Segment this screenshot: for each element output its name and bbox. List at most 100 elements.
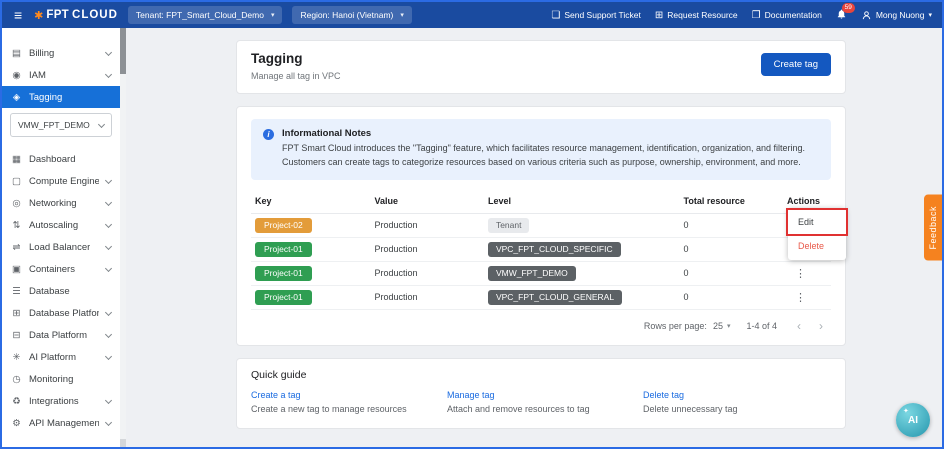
documentation-link[interactable]: ❐ Documentation: [752, 10, 822, 21]
sidebar-item-containers[interactable]: ▣ Containers: [2, 258, 120, 280]
sidebar-item-database-platform[interactable]: ⊞ Database Platform: [2, 302, 120, 324]
send-support-ticket-link[interactable]: ❏ Send Support Ticket: [551, 10, 641, 21]
kebab-menu-icon[interactable]: ⋮: [787, 268, 814, 280]
sidebar-item-tagging[interactable]: ◈ Tagging: [2, 86, 120, 108]
sidebar-item-autoscaling[interactable]: ⇅ Autoscaling: [2, 214, 120, 236]
sidebar-item-load-balancer[interactable]: ⇌ Load Balancer: [2, 236, 120, 258]
sidebar-item-billing[interactable]: ▤ Billing: [2, 42, 120, 64]
sidebar-item-label: Database Platform: [29, 308, 99, 319]
vpc-selector[interactable]: VMW_FPT_DEMO: [10, 113, 112, 137]
edit-menu-item[interactable]: Edit: [788, 210, 846, 234]
key-badge: Project-01: [255, 242, 312, 257]
page-header-card: Tagging Manage all tag in VPC Create tag: [236, 40, 846, 94]
region-selector[interactable]: Region: Hanoi (Vietnam) ▾: [292, 6, 411, 24]
table-row: Project-01 Production VPC_FPT_CLOUD_SPEC…: [251, 237, 831, 261]
sidebar-item-monitoring[interactable]: ◷ Monitoring: [2, 368, 120, 390]
user-menu[interactable]: Mong Nuong ▾: [861, 10, 932, 21]
request-resource-link[interactable]: ⊞ Request Resource: [655, 10, 738, 21]
send-support-ticket-label: Send Support Ticket: [564, 10, 641, 20]
chevron-down-icon: [105, 396, 112, 403]
value-cell: Production: [370, 261, 483, 285]
chevron-down-icon: [105, 308, 112, 315]
sidebar-item-label: Load Balancer: [29, 242, 90, 253]
request-resource-label: Request Resource: [667, 10, 737, 20]
sparkle-icon: ✦: [903, 407, 909, 415]
rows-per-page-label: Rows per page:: [644, 321, 707, 331]
load-balancer-icon: ⇌: [11, 242, 22, 253]
chevron-down-icon: ▾: [400, 11, 404, 19]
tags-table: Key Value Level Total resource Actions P…: [251, 188, 831, 310]
value-cell: Production: [370, 213, 483, 237]
sidebar-item-api-management[interactable]: ⚙ API Management: [2, 412, 120, 434]
chevron-down-icon: ▾: [271, 11, 275, 19]
rows-per-page-select[interactable]: 25 ▾: [713, 321, 731, 331]
logo-star-icon: ✱: [34, 9, 43, 22]
sidebar-item-label: IAM: [29, 70, 46, 81]
sidebar-item-label: Dashboard: [29, 154, 75, 165]
ai-platform-icon: ✳: [11, 352, 22, 363]
info-notes-title: Informational Notes: [282, 128, 819, 139]
chevron-down-icon: [105, 48, 112, 55]
ai-assistant-button[interactable]: ✦ AI: [896, 403, 930, 437]
sidebar-item-iam[interactable]: ◉ IAM: [2, 64, 120, 86]
quick-guide-title: Quick guide: [251, 369, 831, 381]
manage-tag-link[interactable]: Manage tag: [447, 390, 635, 400]
tenant-selector[interactable]: Tenant: FPT_Smart_Cloud_Demo ▾: [128, 6, 283, 24]
user-name: Mong Nuong: [876, 10, 925, 20]
dashboard-icon: ▦: [11, 154, 22, 165]
data-platform-icon: ⊟: [11, 330, 22, 341]
chevron-down-icon: ▾: [727, 322, 731, 330]
documentation-label: Documentation: [765, 10, 822, 20]
chevron-down-icon: ▾: [928, 11, 932, 19]
chevron-down-icon: [105, 242, 112, 249]
notifications-button[interactable]: 59: [836, 8, 847, 22]
sidebar-item-label: Networking: [29, 198, 77, 209]
billing-icon: ▤: [11, 48, 22, 59]
api-management-icon: ⚙: [11, 418, 22, 429]
level-badge: Tenant: [488, 218, 530, 233]
sidebar-item-label: Data Platform: [29, 330, 87, 341]
create-a-tag-link[interactable]: Create a tag: [251, 390, 439, 400]
guide-item-delete-tag: Delete tag Delete unnecessary tag: [643, 390, 831, 414]
database-platform-icon: ⊞: [11, 308, 22, 319]
guide-item-desc: Attach and remove resources to tag: [447, 404, 635, 414]
column-header-total-resource: Total resource: [680, 188, 784, 214]
pagination: Rows per page: 25 ▾ 1-4 of 4 ‹ ›: [251, 310, 831, 341]
ticket-icon: ❏: [551, 10, 560, 21]
sidebar-item-compute-engine[interactable]: ▢ Compute Engine: [2, 170, 120, 192]
level-badge: VPC_FPT_CLOUD_SPECIFIC: [488, 242, 621, 257]
column-header-value: Value: [370, 188, 483, 214]
documentation-icon: ❐: [752, 10, 761, 21]
logo-text-fpt: FPT: [46, 9, 69, 21]
sidebar-item-data-platform[interactable]: ⊟ Data Platform: [2, 324, 120, 346]
row-actions-menu: Edit Delete: [788, 208, 846, 260]
sidebar-item-networking[interactable]: ◎ Networking: [2, 192, 120, 214]
kebab-menu-icon[interactable]: ⋮: [787, 292, 814, 304]
chevron-down-icon: [98, 120, 105, 127]
info-notes-body: FPT Smart Cloud introduces the "Tagging"…: [282, 142, 819, 170]
value-cell: Production: [370, 237, 483, 261]
compute-engine-icon: ▢: [11, 176, 22, 187]
sidebar-item-label: Compute Engine: [29, 176, 99, 187]
sidebar-item-integrations[interactable]: ♻ Integrations: [2, 390, 120, 412]
delete-tag-link[interactable]: Delete tag: [643, 390, 831, 400]
sidebar-item-label: Billing: [29, 48, 54, 59]
next-page-icon[interactable]: ›: [813, 319, 829, 333]
value-cell: Production: [370, 285, 483, 309]
previous-page-icon[interactable]: ‹: [791, 319, 807, 333]
chevron-down-icon: [105, 176, 112, 183]
hamburger-menu-icon[interactable]: ≡: [12, 8, 24, 22]
iam-icon: ◉: [11, 70, 22, 81]
feedback-tab[interactable]: Feedback: [924, 195, 942, 261]
sidebar-item-label: Monitoring: [29, 374, 73, 385]
create-tag-button[interactable]: Create tag: [761, 53, 831, 76]
request-resource-icon: ⊞: [655, 10, 663, 21]
sidebar-item-dashboard[interactable]: ▦ Dashboard: [2, 148, 120, 170]
pagination-range: 1-4 of 4: [746, 321, 777, 331]
delete-menu-item[interactable]: Delete: [788, 234, 846, 258]
sidebar-item-database[interactable]: ☰ Database: [2, 280, 120, 302]
containers-icon: ▣: [11, 264, 22, 275]
user-avatar-icon: [861, 10, 872, 21]
notification-count-badge: 59: [842, 3, 855, 13]
sidebar-item-ai-platform[interactable]: ✳ AI Platform: [2, 346, 120, 368]
